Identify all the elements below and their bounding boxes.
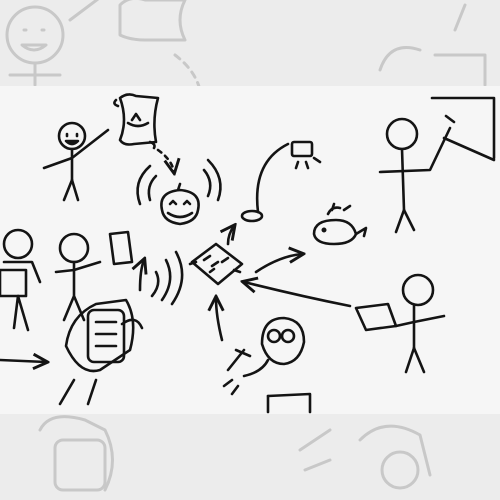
paper-sheet (0, 86, 500, 414)
doodle-illustration (0, 0, 500, 500)
